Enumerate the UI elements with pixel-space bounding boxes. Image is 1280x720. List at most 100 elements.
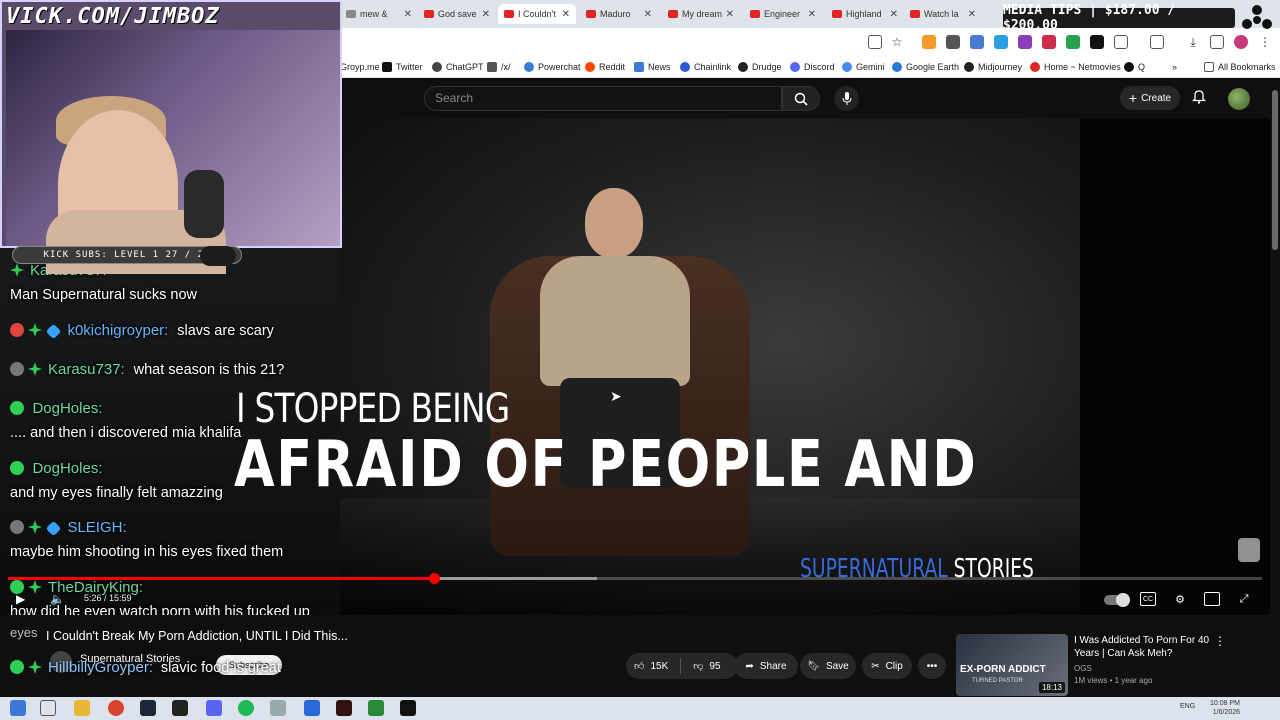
more-bookmarks-icon[interactable]: » <box>1172 60 1177 74</box>
discord-icon[interactable] <box>206 700 222 716</box>
close-tab-icon[interactable]: ✕ <box>808 9 816 20</box>
subtitles-icon[interactable]: CC <box>1140 592 1156 606</box>
voice-search-button[interactable] <box>834 86 859 111</box>
terminal-icon[interactable] <box>172 700 188 716</box>
browser-tab[interactable]: Highland ✕ <box>826 4 904 24</box>
menu-dots-icon[interactable]: ⋮ <box>1258 35 1272 49</box>
bookmark-item[interactable]: Midjourney <box>964 60 1022 74</box>
extension-icon[interactable] <box>1066 35 1080 49</box>
bookmark-item[interactable]: ChatGPT <box>432 60 484 74</box>
extension-icon[interactable] <box>970 35 984 49</box>
clock-date: 1/6/2026 <box>1212 709 1240 716</box>
recommended-channel[interactable]: OGS <box>1074 664 1092 673</box>
spotify-icon[interactable] <box>238 700 254 716</box>
bookmark-star-icon[interactable]: ☆ <box>890 35 904 49</box>
bookmark-item[interactable]: Groyp.me <box>340 60 380 74</box>
close-tab-icon[interactable]: ✕ <box>404 9 412 20</box>
app-icon[interactable] <box>400 700 416 716</box>
bookmark-item[interactable]: /x/ <box>487 60 511 74</box>
clock-time: 10:08 PM <box>1210 700 1240 707</box>
browser-tab[interactable]: Watch la ✕ <box>904 4 982 24</box>
dislike-button[interactable]: 👎︎ 95 <box>693 660 720 673</box>
browser-tab[interactable]: Engineer ✕ <box>744 4 822 24</box>
browser-tab[interactable]: mew & ✕ <box>340 4 418 24</box>
chat-text: eyes <box>10 625 38 640</box>
more-actions-button[interactable]: ••• <box>918 653 946 679</box>
shield-extension-icon[interactable] <box>946 35 960 49</box>
bookmark-item[interactable]: Chainlink <box>680 60 731 74</box>
bookmark-item[interactable]: Discord <box>790 60 835 74</box>
notifications-bell-icon[interactable] <box>1191 89 1207 107</box>
divider <box>680 658 682 674</box>
bookmark-item[interactable]: Drudge <box>738 60 782 74</box>
save-button[interactable]: 🔖︎ Save <box>800 653 856 679</box>
channel-watermark-icon[interactable] <box>1238 538 1260 562</box>
close-tab-icon[interactable]: ✕ <box>482 9 490 20</box>
app-icon[interactable] <box>336 700 352 716</box>
settings-gear-icon[interactable]: ⚙ <box>1172 592 1188 606</box>
video-info-panel: eyes I Couldn't Break My Porn Addiction,… <box>0 615 1280 697</box>
chrome-icon[interactable] <box>108 700 124 716</box>
bookmark-item[interactable]: Home ~ Netmovies <box>1030 60 1121 74</box>
language-indicator[interactable]: ENG <box>1180 703 1195 710</box>
metamask-icon[interactable] <box>922 35 936 49</box>
windows-start-icon[interactable] <box>10 700 26 716</box>
clip-button[interactable]: ✂ Clip <box>862 653 912 679</box>
man-head <box>585 188 643 258</box>
app-icon[interactable] <box>270 700 286 716</box>
chat-username: HillbillyGroyper: <box>48 659 154 676</box>
theater-mode-icon[interactable] <box>1204 592 1220 606</box>
steam-icon[interactable] <box>140 700 156 716</box>
nvidia-icon[interactable] <box>368 700 384 716</box>
like-button[interactable]: 👍︎ 15K <box>634 660 668 673</box>
share-page-icon[interactable] <box>868 35 882 49</box>
extension-icon[interactable] <box>1042 35 1056 49</box>
search-button[interactable] <box>782 86 820 111</box>
browser-tab[interactable]: My dream ✕ <box>662 4 740 24</box>
browser-tab[interactable]: Maduro ✕ <box>580 4 658 24</box>
recommended-more-icon[interactable]: ⋮ <box>1214 634 1226 648</box>
close-tab-icon[interactable]: ✕ <box>644 9 652 20</box>
close-tab-icon[interactable]: ✕ <box>968 9 976 20</box>
task-view-icon[interactable] <box>40 700 56 716</box>
page-scrollbar[interactable] <box>1270 78 1280 697</box>
close-tab-icon[interactable]: ✕ <box>562 9 570 20</box>
x-extension-icon[interactable] <box>1090 35 1104 49</box>
tab-label: mew & <box>360 9 388 19</box>
share-button[interactable]: ➦ Share <box>734 653 798 679</box>
reading-list-icon[interactable] <box>1210 35 1224 49</box>
app-icon[interactable] <box>304 700 320 716</box>
autoplay-toggle[interactable] <box>1104 593 1130 607</box>
scrollbar-thumb[interactable] <box>1272 90 1278 250</box>
chat-message: .... and then i discovered mia khalifa <box>10 424 241 442</box>
browser-tab-active[interactable]: I Couldn't ✕ <box>498 4 576 24</box>
bookmark-item[interactable]: News <box>634 60 671 74</box>
puzzle-extensions-icon[interactable] <box>1114 35 1128 49</box>
close-tab-icon[interactable]: ✕ <box>726 9 734 20</box>
search-input[interactable]: Search <box>424 86 782 111</box>
browser-tab[interactable]: God save ✕ <box>418 4 496 24</box>
bookmark-item[interactable]: Q <box>1124 60 1145 74</box>
system-clock[interactable]: 10:08 PM 1/6/2026 <box>1210 699 1240 717</box>
sidebar-icon[interactable] <box>1150 35 1164 49</box>
recommended-thumbnail[interactable]: EX-PORN ADDICT TURNED PASTOR 18:13 <box>956 634 1068 696</box>
file-explorer-icon[interactable] <box>74 700 90 716</box>
sub-badge-icon <box>28 580 42 594</box>
bookmark-item[interactable]: Google Earth <box>892 60 959 74</box>
bookmark-item[interactable]: Twitter <box>382 60 423 74</box>
fullscreen-icon[interactable]: ⤢ <box>1236 592 1252 606</box>
bookmark-item[interactable]: Reddit <box>585 60 625 74</box>
account-avatar[interactable] <box>1228 88 1250 110</box>
create-button[interactable]: + Create <box>1120 86 1180 110</box>
extension-icon[interactable] <box>994 35 1008 49</box>
recommended-title[interactable]: I Was Addicted To Porn For 40 Years | Ca… <box>1074 634 1214 660</box>
bookmark-item[interactable]: Powerchat <box>524 60 581 74</box>
extension-icon[interactable] <box>1018 35 1032 49</box>
tab-label: Watch la <box>924 9 959 19</box>
all-bookmarks-item[interactable]: All Bookmarks <box>1204 60 1276 74</box>
bookmark-item[interactable]: Gemini <box>842 60 885 74</box>
chat-message: Man Supernatural sucks now <box>10 286 197 304</box>
profile-icon[interactable] <box>1234 35 1248 49</box>
close-tab-icon[interactable]: ✕ <box>890 9 898 20</box>
download-icon[interactable]: ⤓ <box>1186 35 1200 49</box>
